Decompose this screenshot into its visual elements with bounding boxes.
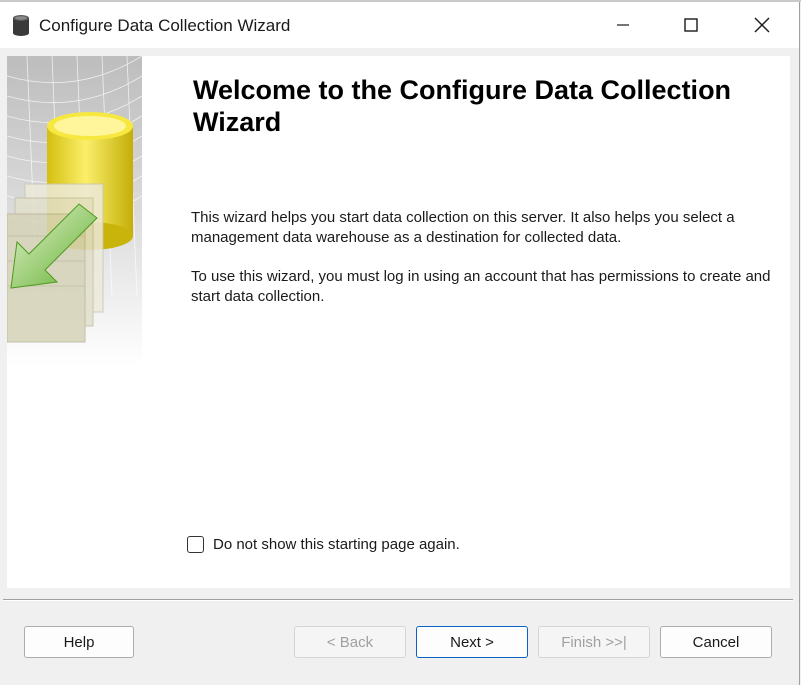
intro-paragraph: This wizard helps you start data collect… (191, 209, 735, 246)
close-button[interactable] (727, 2, 797, 48)
finish-button[interactable]: Finish >>| (538, 626, 650, 658)
next-button[interactable]: Next > (416, 626, 528, 658)
back-button[interactable]: < Back (294, 626, 406, 658)
maximize-icon (684, 18, 698, 32)
minimize-button[interactable] (588, 2, 658, 48)
dont-show-again-option[interactable]: Do not show this starting page again. (187, 536, 460, 553)
dont-show-again-checkbox[interactable] (187, 536, 204, 553)
close-icon (754, 17, 770, 33)
database-icon (12, 14, 30, 36)
window-title: Configure Data Collection Wizard (39, 16, 291, 35)
title-bar[interactable]: Configure Data Collection Wizard (0, 2, 799, 48)
permissions-paragraph: To use this wizard, you must log in usin… (191, 268, 771, 305)
help-button[interactable]: Help (24, 626, 134, 658)
wizard-banner-image (7, 56, 142, 366)
maximize-button[interactable] (656, 2, 726, 48)
minimize-icon (617, 24, 629, 26)
dont-show-again-label[interactable]: Do not show this starting page again. (213, 536, 460, 553)
page-title: Welcome to the Configure Data Collection… (193, 75, 732, 137)
cancel-button[interactable]: Cancel (660, 626, 772, 658)
footer-separator (3, 599, 793, 601)
wizard-window: Configure Data Collection Wizard Welcome… (0, 2, 800, 685)
wizard-content: Welcome to the Configure Data Collection… (7, 56, 790, 588)
